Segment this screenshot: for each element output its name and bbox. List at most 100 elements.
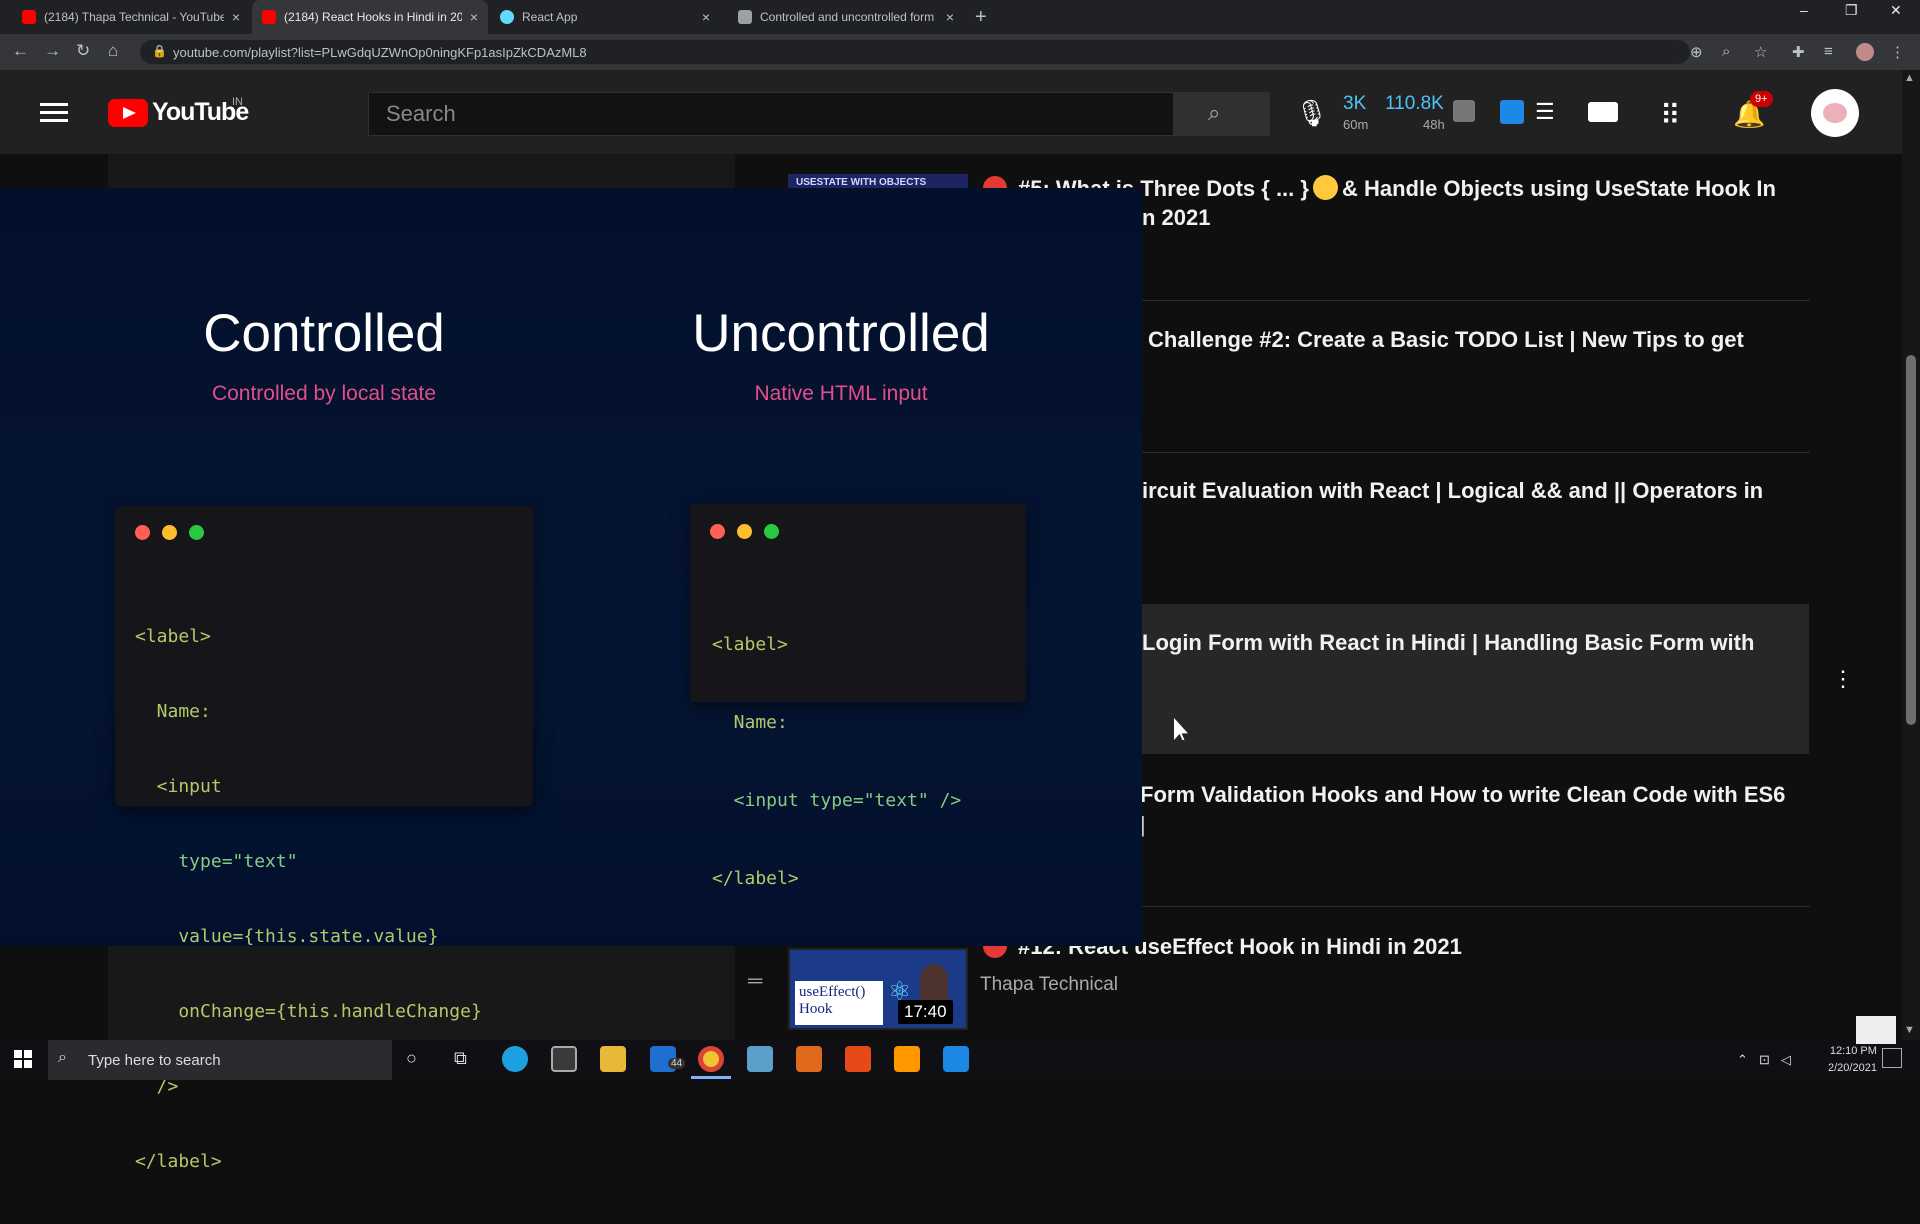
code-line: value={this.state.value} (135, 926, 439, 947)
slide-title-controlled: Controlled (203, 304, 445, 363)
video-title[interactable]: ircuit Evaluation with React | Logical &… (1142, 478, 1763, 504)
extension-play-icon[interactable] (1500, 100, 1524, 124)
slide-title-uncontrolled: Uncontrolled (692, 304, 990, 363)
analytics-bar-chart-icon[interactable] (1453, 100, 1475, 122)
browser-tab[interactable]: React App × (490, 0, 720, 34)
bookmark-star-icon[interactable]: ☆ (1754, 43, 1767, 61)
forward-arrow-icon[interactable]: → (44, 41, 61, 61)
active-app-indicator (691, 1076, 731, 1079)
search-button[interactable] (1174, 92, 1270, 136)
new-tab-button[interactable]: + (975, 6, 987, 29)
network-icon[interactable]: ⊡ (1759, 1052, 1770, 1068)
list-icon[interactable]: ☰ (1535, 99, 1555, 125)
zoom-icon[interactable]: ⌕ (1722, 43, 1730, 60)
video-title[interactable]: Challenge #2: Create a Basic TODO List |… (1148, 327, 1744, 353)
slide-subtitle-uncontrolled: Native HTML input (754, 382, 928, 405)
floating-video-player[interactable]: Controlled Controlled by local state Unc… (0, 188, 1142, 1172)
thinking-emoji-icon (1312, 175, 1338, 200)
window-maximize-dot-icon (764, 524, 779, 539)
back-arrow-icon[interactable]: ← (12, 41, 29, 61)
scroll-up-arrow-icon[interactable]: ▲ (1904, 72, 1915, 84)
uncontrolled-code-snippet: <label> Name: <input type="text" /> </la… (712, 580, 961, 944)
page-favicon-icon (738, 10, 752, 24)
code-line: <input (135, 776, 222, 797)
code-line: <label> (712, 634, 788, 655)
restore-button[interactable]: ❐ (1845, 2, 1858, 19)
media-queue-icon[interactable]: ≡ (1824, 43, 1833, 60)
cortana-icon[interactable]: ○ (406, 1048, 417, 1069)
guide-menu-icon[interactable] (40, 103, 68, 123)
office-icon[interactable] (845, 1046, 871, 1072)
chrome-icon[interactable] (698, 1046, 724, 1072)
clock-time: 12:10 PM (1829, 1045, 1877, 1057)
video-title[interactable]: Login Form with React in Hindi | Handlin… (1142, 630, 1754, 656)
vscode-icon[interactable] (943, 1046, 969, 1072)
microphone-icon[interactable]: 🎙 (1295, 98, 1328, 129)
profile-avatar-icon[interactable] (1856, 43, 1874, 61)
tab-close-icon[interactable]: × (232, 9, 240, 25)
controlled-code-window: <label> Name: <input type="text" value={… (115, 506, 533, 1172)
thumbnail-caption: USESTATE WITH OBJECTS (796, 177, 927, 188)
apps-grid-icon[interactable]: ⠿ (1660, 99, 1681, 132)
xampp-icon[interactable] (796, 1046, 822, 1072)
home-icon[interactable]: ⌂ (108, 41, 118, 61)
channel-name[interactable]: Thapa Technical (980, 974, 1118, 996)
code-line: Name: (712, 712, 788, 733)
create-video-icon[interactable] (1588, 102, 1618, 122)
code-line: <label> (135, 626, 211, 647)
tab-close-icon[interactable]: × (470, 9, 478, 25)
tab-title: (2184) Thapa Technical - YouTube (44, 10, 224, 24)
windows-start-icon[interactable] (14, 1050, 32, 1068)
lock-icon: 🔒 (152, 44, 167, 58)
browser-tab[interactable]: (2184) Thapa Technical - YouTube × (12, 0, 250, 34)
more-options-icon[interactable]: ⋮ (1832, 666, 1854, 692)
react-favicon-icon (500, 10, 514, 24)
reload-icon[interactable]: ↻ (76, 41, 90, 61)
edge-browser-icon[interactable] (502, 1046, 528, 1072)
scroll-down-arrow-icon[interactable]: ▼ (1904, 1024, 1915, 1036)
video-title-part: & Handle Objects using UseState Hook In (1341, 176, 1776, 201)
volume-icon[interactable]: ◁ (1781, 1052, 1791, 1068)
install-icon[interactable]: ⊕ (1690, 43, 1703, 61)
video-title[interactable]: Form Validation Hooks and How to write C… (1140, 782, 1785, 808)
extensions-puzzle-icon[interactable]: ✚ (1792, 43, 1805, 61)
code-line: Name: (135, 701, 211, 722)
minimize-button[interactable]: – (1800, 2, 1808, 18)
notepad-icon[interactable] (747, 1046, 773, 1072)
task-view-icon[interactable]: ⧉ (454, 1048, 467, 1069)
clock-date: 2/20/2021 (1828, 1062, 1877, 1074)
browser-menu-icon[interactable]: ⋮ (1890, 43, 1905, 61)
uncontrolled-code-window: <label> Name: <input type="text" /> </la… (690, 504, 1026, 889)
tab-title: Controlled and uncontrolled form (760, 10, 935, 24)
notification-count-badge: 9+ (1750, 91, 1773, 107)
account-avatar[interactable] (1811, 89, 1859, 137)
store-icon[interactable] (551, 1046, 577, 1072)
webcam-overlay-avatar (1856, 1016, 1896, 1044)
browser-tab[interactable]: Controlled and uncontrolled form × (728, 0, 964, 34)
stat-views-period: 60m (1343, 117, 1369, 132)
tab-close-icon[interactable]: × (702, 9, 710, 25)
tray-expand-chevron-icon[interactable]: ⌃ (1737, 1052, 1748, 1068)
close-window-button[interactable]: ✕ (1890, 2, 1902, 19)
video-title-line2: n 2021 (1142, 205, 1211, 230)
search-icon[interactable]: ⌕ (1208, 100, 1220, 126)
window-close-dot-icon (710, 524, 725, 539)
scrollbar-thumb[interactable] (1906, 355, 1916, 725)
address-url[interactable]: youtube.com/playlist?list=PLwGdqUZWnOp0n… (173, 45, 587, 60)
taskbar-clock[interactable]: 12:10 PM 2/20/2021 (1828, 1043, 1877, 1077)
tab-close-icon[interactable]: × (946, 9, 954, 25)
search-input[interactable] (368, 92, 1174, 136)
code-line: onChange={this.handleChange} (135, 1001, 482, 1022)
sublime-text-icon[interactable] (894, 1046, 920, 1072)
video-duration: 17:40 (898, 1000, 953, 1024)
slide-subtitle-controlled: Controlled by local state (211, 382, 437, 405)
youtube-logo-icon[interactable] (108, 99, 148, 127)
code-line: type="text" (135, 851, 298, 872)
drag-handle-icon[interactable]: ═ (748, 970, 762, 993)
code-line: <input type="text" /> (712, 790, 962, 811)
action-center-icon[interactable] (1882, 1048, 1902, 1068)
browser-tab-active[interactable]: (2184) React Hooks in Hindi in 2021 × (252, 0, 488, 34)
tab-title: (2184) React Hooks in Hindi in 2021 (284, 10, 462, 24)
code-line: </label> (712, 868, 799, 889)
file-explorer-icon[interactable] (600, 1046, 626, 1072)
